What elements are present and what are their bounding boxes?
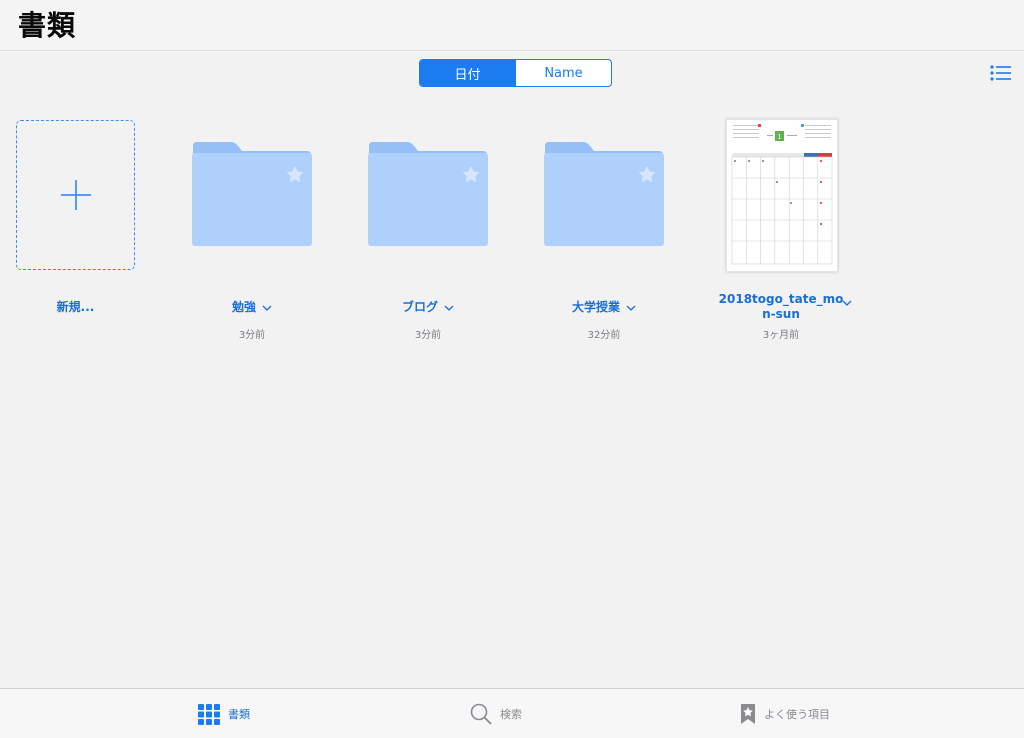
list-view-icon[interactable] bbox=[990, 64, 1012, 82]
document-date: 3ヶ月前 bbox=[762, 330, 800, 341]
sort-by-date-segment[interactable]: 日付 bbox=[420, 60, 515, 86]
sort-by-name-segment[interactable]: Name bbox=[515, 60, 611, 86]
folder-name-2[interactable]: ブログ bbox=[367, 298, 489, 315]
folder-date-2: 3分前 bbox=[414, 330, 442, 341]
folder-name-3[interactable]: 大学授業 bbox=[543, 298, 665, 315]
tab-bar: 書類 検索 よく使う項目 bbox=[0, 688, 1024, 738]
svg-text:1: 1 bbox=[778, 134, 782, 141]
tab-documents-label: 書類 bbox=[228, 707, 250, 721]
tab-documents[interactable]: 書類 bbox=[198, 689, 250, 738]
folder-icon[interactable] bbox=[191, 140, 313, 250]
document-name[interactable]: 2018togo_tate_mo n-sun bbox=[716, 292, 846, 322]
tab-favorites-label: よく使う項目 bbox=[764, 707, 830, 721]
new-document-label[interactable]: 新規... bbox=[16, 298, 135, 315]
folder-name-1[interactable]: 勉強 bbox=[191, 298, 313, 315]
folder-date-3: 32分前 bbox=[587, 330, 621, 341]
bookmark-star-icon bbox=[741, 703, 755, 724]
tab-search-label: 検索 bbox=[500, 707, 522, 721]
chevron-down-icon bbox=[626, 305, 636, 311]
folder-date-1: 3分前 bbox=[238, 330, 266, 341]
sort-segmented-control[interactable]: 日付 Name bbox=[419, 59, 612, 87]
plus-icon bbox=[60, 180, 91, 210]
folder-icon[interactable] bbox=[543, 140, 665, 250]
chevron-down-icon bbox=[262, 305, 272, 311]
new-document-button[interactable] bbox=[16, 120, 135, 270]
document-thumbnail[interactable]: 1 bbox=[726, 119, 838, 272]
header-bar: 書類 bbox=[0, 0, 1024, 51]
grid-icon bbox=[198, 703, 220, 725]
tab-search[interactable]: 検索 bbox=[470, 689, 522, 738]
calendar-preview: 1 bbox=[731, 124, 833, 265]
chevron-down-icon[interactable] bbox=[842, 300, 852, 306]
page-title: 書類 bbox=[18, 9, 77, 42]
chevron-down-icon bbox=[444, 305, 454, 311]
search-icon bbox=[470, 703, 492, 725]
folder-icon[interactable] bbox=[367, 140, 489, 250]
tab-favorites[interactable]: よく使う項目 bbox=[740, 689, 830, 738]
